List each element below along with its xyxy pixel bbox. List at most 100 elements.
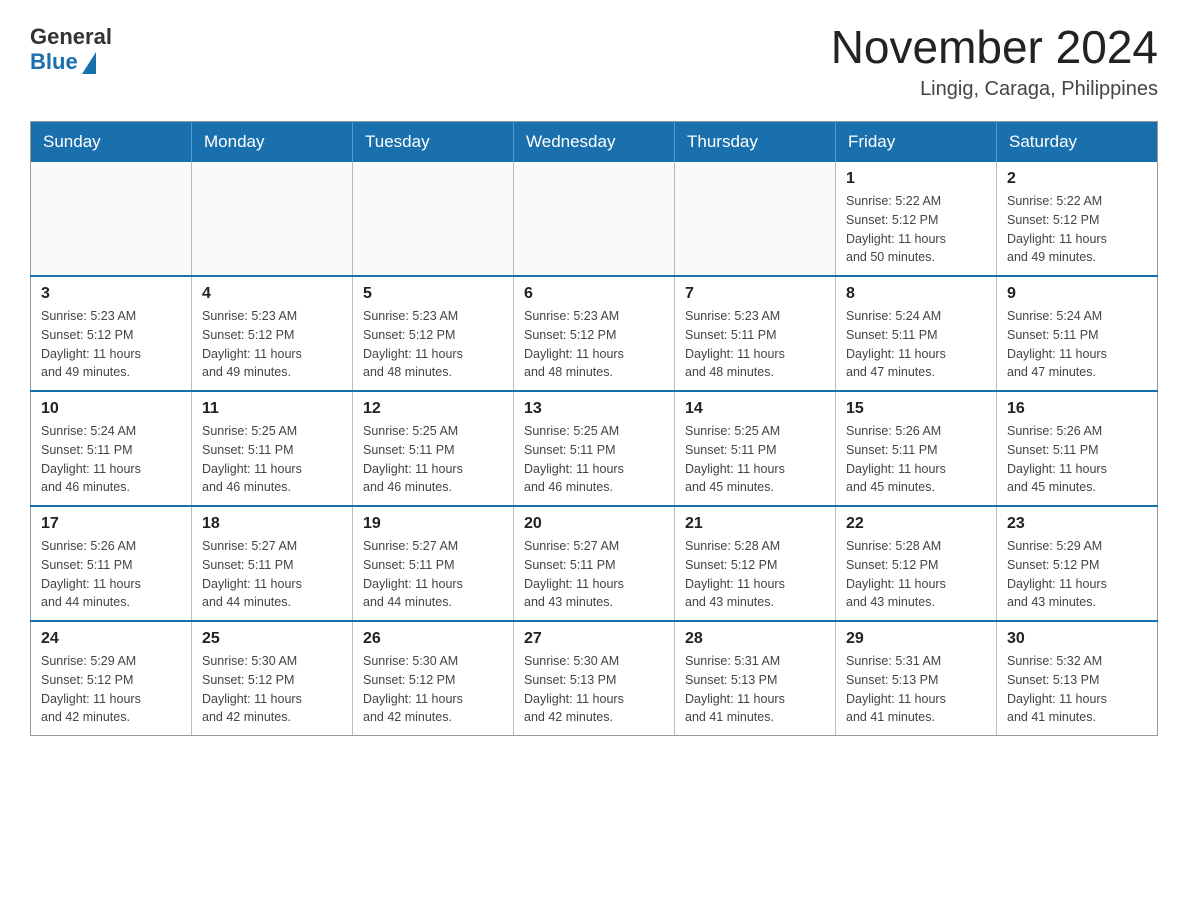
day-number: 12 — [363, 400, 503, 418]
calendar-cell: 11 Sunrise: 5:25 AM Sunset: 5:11 PM Dayli… — [192, 391, 353, 506]
calendar-week-row: 1Sunrise: 5:22 AM Sunset: 5:12 PM Daylig… — [31, 162, 1158, 276]
calendar-cell: 19 Sunrise: 5:27 AM Sunset: 5:11 PM Dayli… — [353, 506, 514, 621]
calendar-cell: 3 Sunrise: 5:23 AM Sunset: 5:12 PM Daylig… — [31, 276, 192, 391]
day-info: Sunrise: 5:25 AM Sunset: 5:11 PM Dayligh… — [524, 422, 664, 497]
day-info: Sunrise: 5:31 AM Sunset: 5:13 PM Dayligh… — [846, 652, 986, 727]
day-info: Sunrise: 5:24 AM Sunset: 5:11 PM Dayligh… — [846, 307, 986, 382]
calendar-cell: 6Sunrise: 5:23 AM Sunset: 5:12 PM Daylig… — [514, 276, 675, 391]
calendar-cell: 24 Sunrise: 5:29 AM Sunset: 5:12 PM Dayli… — [31, 621, 192, 736]
day-info: Sunrise: 5:27 AM Sunset: 5:11 PM Dayligh… — [202, 537, 342, 612]
day-number: 21 — [685, 515, 825, 533]
calendar-cell: 13 Sunrise: 5:25 AM Sunset: 5:11 PM Dayli… — [514, 391, 675, 506]
day-info: Sunrise: 5:25 AM Sunset: 5:11 PM Dayligh… — [202, 422, 342, 497]
logo-icon: General Blue — [30, 20, 112, 75]
calendar-cell: 8Sunrise: 5:24 AM Sunset: 5:11 PM Daylig… — [836, 276, 997, 391]
calendar-cell — [192, 162, 353, 276]
calendar-cell: 29 Sunrise: 5:31 AM Sunset: 5:13 PM Dayli… — [836, 621, 997, 736]
calendar-week-row: 3 Sunrise: 5:23 AM Sunset: 5:12 PM Daylig… — [31, 276, 1158, 391]
logo-general-text: General — [30, 24, 112, 49]
day-number: 22 — [846, 515, 986, 533]
weekday-header-thursday: Thursday — [675, 122, 836, 163]
day-info: Sunrise: 5:24 AM Sunset: 5:11 PM Dayligh… — [1007, 307, 1147, 382]
calendar-header-row: SundayMondayTuesdayWednesdayThursdayFrid… — [31, 122, 1158, 163]
calendar-cell: 17 Sunrise: 5:26 AM Sunset: 5:11 PM Dayli… — [31, 506, 192, 621]
calendar-cell: 5 Sunrise: 5:23 AM Sunset: 5:12 PM Daylig… — [353, 276, 514, 391]
day-number: 3 — [41, 285, 181, 303]
calendar-cell: 26 Sunrise: 5:30 AM Sunset: 5:12 PM Dayli… — [353, 621, 514, 736]
day-info: Sunrise: 5:24 AM Sunset: 5:11 PM Dayligh… — [41, 422, 181, 497]
calendar-cell: 27 Sunrise: 5:30 AM Sunset: 5:13 PM Dayli… — [514, 621, 675, 736]
day-number: 28 — [685, 630, 825, 648]
weekday-header-sunday: Sunday — [31, 122, 192, 163]
day-info: Sunrise: 5:27 AM Sunset: 5:11 PM Dayligh… — [524, 537, 664, 612]
calendar-cell: 1Sunrise: 5:22 AM Sunset: 5:12 PM Daylig… — [836, 162, 997, 276]
day-number: 14 — [685, 400, 825, 418]
day-info: Sunrise: 5:23 AM Sunset: 5:12 PM Dayligh… — [363, 307, 503, 382]
day-number: 18 — [202, 515, 342, 533]
day-info: Sunrise: 5:26 AM Sunset: 5:11 PM Dayligh… — [1007, 422, 1147, 497]
day-info: Sunrise: 5:28 AM Sunset: 5:12 PM Dayligh… — [685, 537, 825, 612]
day-number: 27 — [524, 630, 664, 648]
calendar-cell: 15Sunrise: 5:26 AM Sunset: 5:11 PM Dayli… — [836, 391, 997, 506]
day-info: Sunrise: 5:30 AM Sunset: 5:12 PM Dayligh… — [363, 652, 503, 727]
logo-triangle-icon — [82, 52, 96, 74]
logo-blue-text: Blue — [30, 49, 78, 74]
day-info: Sunrise: 5:22 AM Sunset: 5:12 PM Dayligh… — [846, 192, 986, 267]
day-info: Sunrise: 5:23 AM Sunset: 5:11 PM Dayligh… — [685, 307, 825, 382]
day-info: Sunrise: 5:30 AM Sunset: 5:12 PM Dayligh… — [202, 652, 342, 727]
day-number: 29 — [846, 630, 986, 648]
day-info: Sunrise: 5:27 AM Sunset: 5:11 PM Dayligh… — [363, 537, 503, 612]
calendar-cell: 22 Sunrise: 5:28 AM Sunset: 5:12 PM Dayli… — [836, 506, 997, 621]
page-subtitle: Lingig, Caraga, Philippines — [831, 78, 1158, 101]
calendar-cell: 12 Sunrise: 5:25 AM Sunset: 5:11 PM Dayli… — [353, 391, 514, 506]
day-number: 24 — [41, 630, 181, 648]
weekday-header-friday: Friday — [836, 122, 997, 163]
day-number: 2 — [1007, 170, 1147, 188]
calendar-cell: 14 Sunrise: 5:25 AM Sunset: 5:11 PM Dayli… — [675, 391, 836, 506]
day-number: 9 — [1007, 285, 1147, 303]
calendar-week-row: 10 Sunrise: 5:24 AM Sunset: 5:11 PM Dayli… — [31, 391, 1158, 506]
day-number: 7 — [685, 285, 825, 303]
day-number: 4 — [202, 285, 342, 303]
day-info: Sunrise: 5:28 AM Sunset: 5:12 PM Dayligh… — [846, 537, 986, 612]
weekday-header-monday: Monday — [192, 122, 353, 163]
logo: General Blue — [30, 20, 112, 75]
day-number: 26 — [363, 630, 503, 648]
day-number: 11 — [202, 400, 342, 418]
day-info: Sunrise: 5:31 AM Sunset: 5:13 PM Dayligh… — [685, 652, 825, 727]
weekday-header-tuesday: Tuesday — [353, 122, 514, 163]
calendar-cell: 20Sunrise: 5:27 AM Sunset: 5:11 PM Dayli… — [514, 506, 675, 621]
day-number: 5 — [363, 285, 503, 303]
logo-text: General Blue — [30, 24, 112, 75]
calendar-cell: 10 Sunrise: 5:24 AM Sunset: 5:11 PM Dayli… — [31, 391, 192, 506]
day-info: Sunrise: 5:25 AM Sunset: 5:11 PM Dayligh… — [685, 422, 825, 497]
calendar-cell: 30 Sunrise: 5:32 AM Sunset: 5:13 PM Dayli… — [997, 621, 1158, 736]
day-number: 13 — [524, 400, 664, 418]
calendar-cell — [514, 162, 675, 276]
calendar-week-row: 17 Sunrise: 5:26 AM Sunset: 5:11 PM Dayli… — [31, 506, 1158, 621]
day-number: 10 — [41, 400, 181, 418]
day-info: Sunrise: 5:26 AM Sunset: 5:11 PM Dayligh… — [41, 537, 181, 612]
day-info: Sunrise: 5:30 AM Sunset: 5:13 PM Dayligh… — [524, 652, 664, 727]
day-info: Sunrise: 5:25 AM Sunset: 5:11 PM Dayligh… — [363, 422, 503, 497]
calendar-cell: 28 Sunrise: 5:31 AM Sunset: 5:13 PM Dayli… — [675, 621, 836, 736]
weekday-header-wednesday: Wednesday — [514, 122, 675, 163]
calendar-cell — [675, 162, 836, 276]
page-header: General Blue November 2024 Lingig, Carag… — [30, 20, 1158, 101]
title-block: November 2024 Lingig, Caraga, Philippine… — [831, 20, 1158, 101]
day-number: 30 — [1007, 630, 1147, 648]
day-info: Sunrise: 5:32 AM Sunset: 5:13 PM Dayligh… — [1007, 652, 1147, 727]
day-info: Sunrise: 5:23 AM Sunset: 5:12 PM Dayligh… — [202, 307, 342, 382]
day-info: Sunrise: 5:23 AM Sunset: 5:12 PM Dayligh… — [41, 307, 181, 382]
page-title: November 2024 — [831, 20, 1158, 74]
day-number: 25 — [202, 630, 342, 648]
day-info: Sunrise: 5:29 AM Sunset: 5:12 PM Dayligh… — [41, 652, 181, 727]
calendar-week-row: 24 Sunrise: 5:29 AM Sunset: 5:12 PM Dayli… — [31, 621, 1158, 736]
day-info: Sunrise: 5:23 AM Sunset: 5:12 PM Dayligh… — [524, 307, 664, 382]
day-info: Sunrise: 5:22 AM Sunset: 5:12 PM Dayligh… — [1007, 192, 1147, 267]
day-number: 17 — [41, 515, 181, 533]
calendar-table: SundayMondayTuesdayWednesdayThursdayFrid… — [30, 121, 1158, 736]
calendar-cell: 16Sunrise: 5:26 AM Sunset: 5:11 PM Dayli… — [997, 391, 1158, 506]
day-number: 19 — [363, 515, 503, 533]
day-info: Sunrise: 5:29 AM Sunset: 5:12 PM Dayligh… — [1007, 537, 1147, 612]
